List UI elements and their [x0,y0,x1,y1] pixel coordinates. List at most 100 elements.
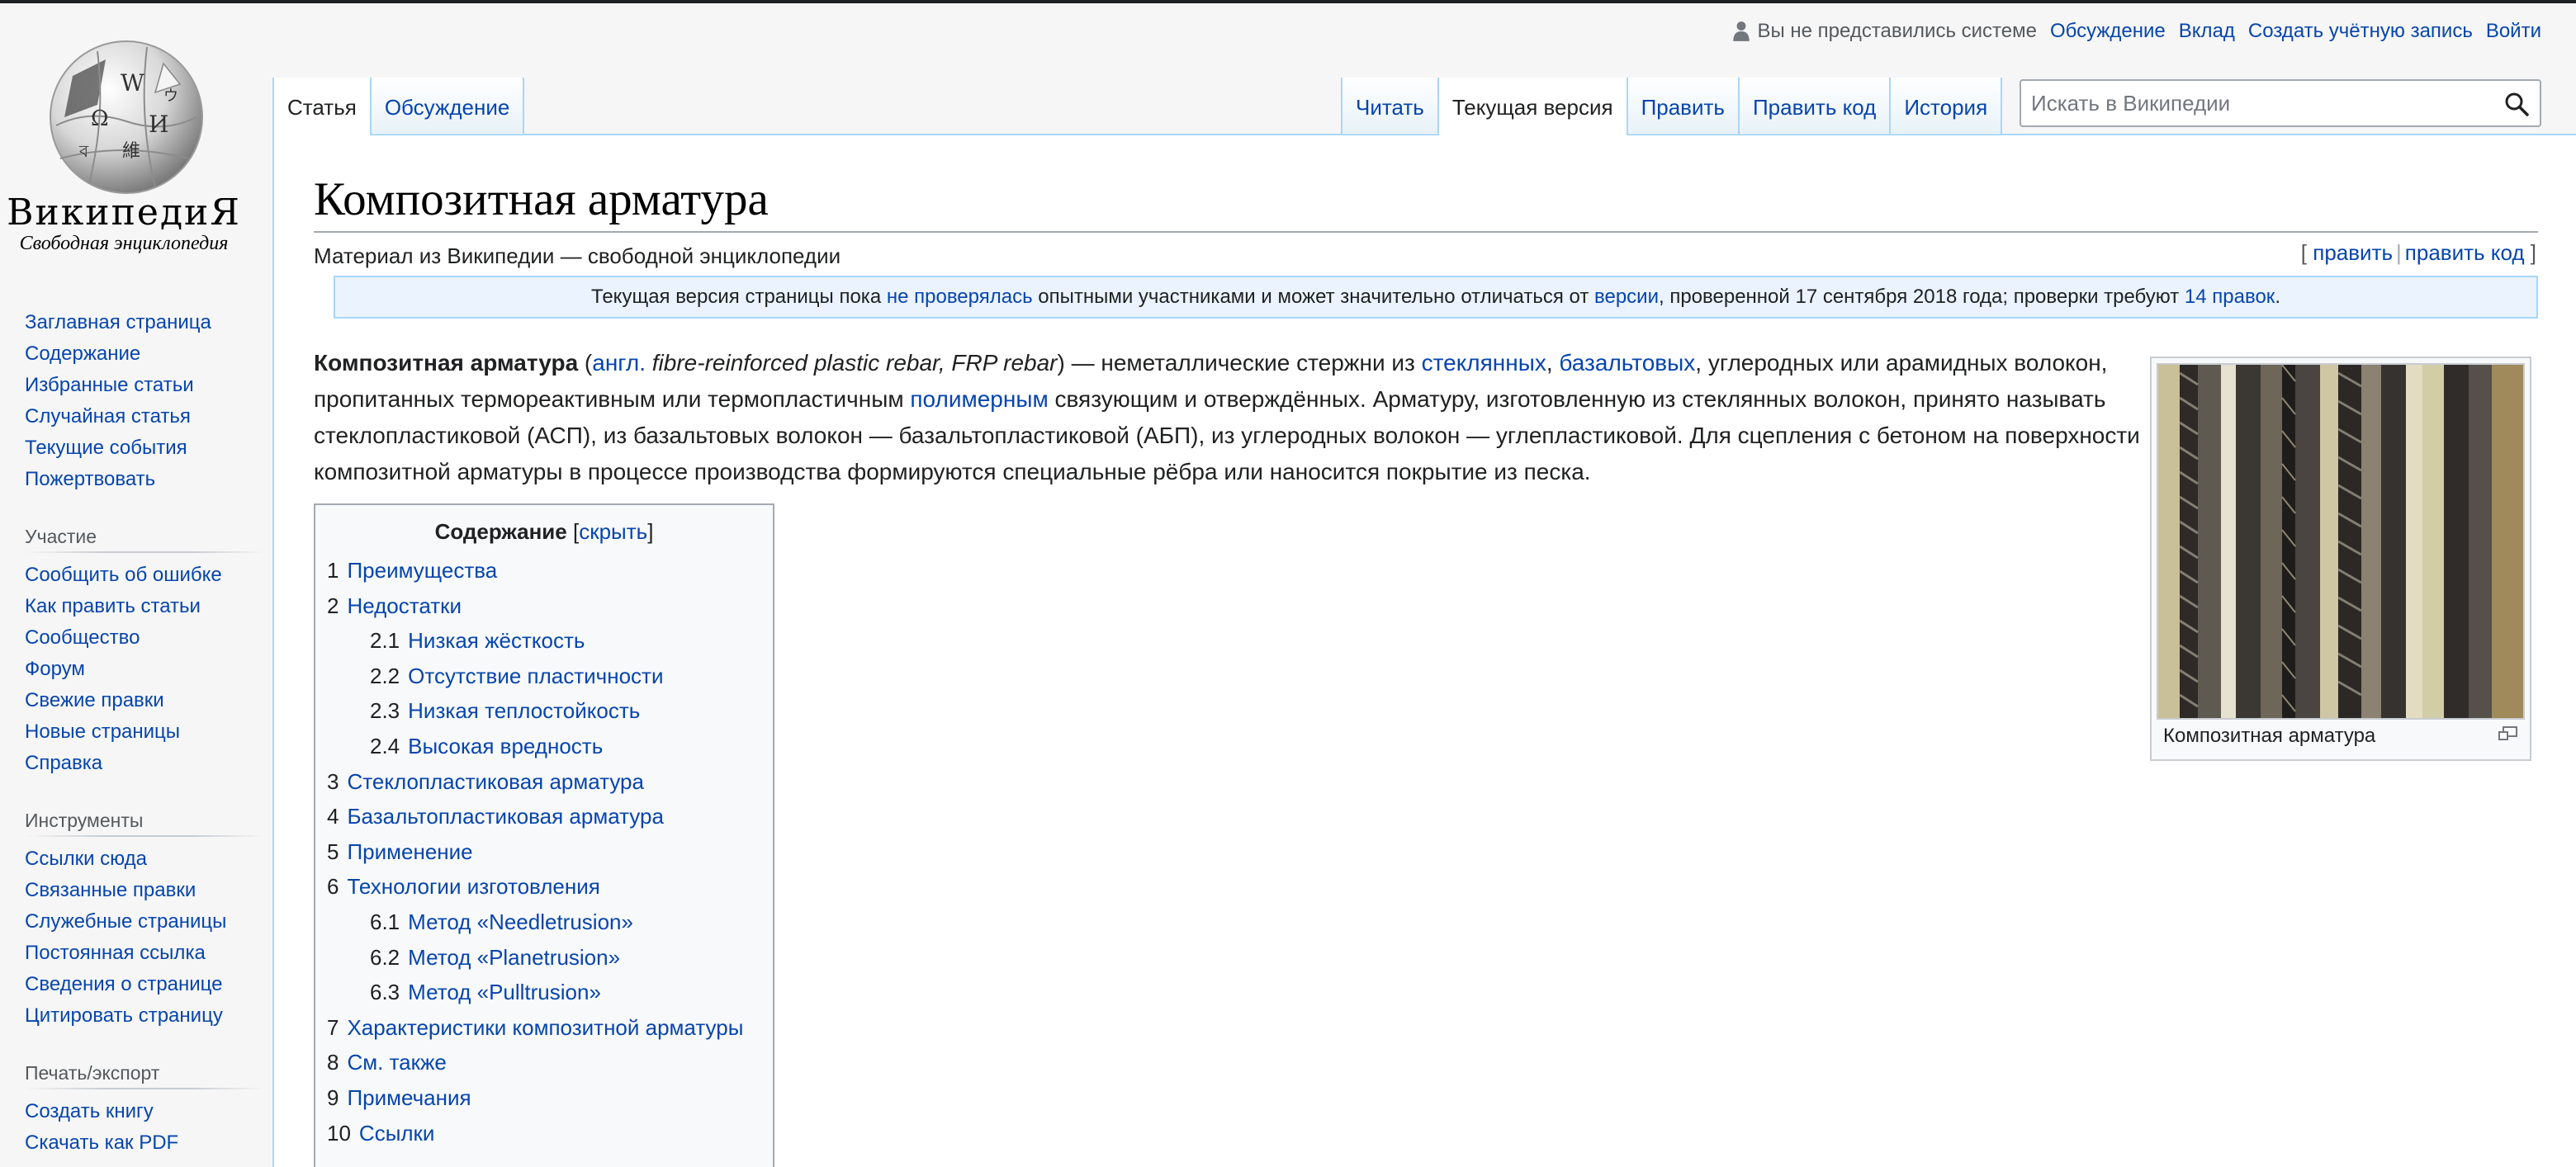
toc-item[interactable]: 1 Преимущества [327,553,761,588]
svg-text:И: И [149,111,168,138]
sidebar-item-contents[interactable]: Содержание [25,343,140,365]
tab-read[interactable]: Читать [1341,78,1439,135]
toc-item[interactable]: 7 Характеристики композитной арматуры [327,1010,761,1046]
tab-article[interactable]: Статья [272,78,372,135]
svg-text:ウ: ウ [163,87,178,105]
edit-links: [ править | править код ] [2300,240,2536,265]
glass-link[interactable]: стеклянных [1422,350,1546,376]
tab-history[interactable]: История [1891,78,2003,135]
pending-edits-link[interactable]: 14 правок [2185,286,2275,308]
toc-item[interactable]: 2.2 Отсутствие пластичности [327,659,761,694]
section-heading: Участие [25,523,264,553]
svg-text:Ω: Ω [91,106,109,131]
sidebar-item-help[interactable]: Справка [25,752,102,774]
section-heading: Инструменты [25,807,264,837]
toc-item[interactable]: 3 Стеклопластиковая арматура [327,764,761,800]
sidebar-item-report-error[interactable]: Сообщить об ошибке [25,564,222,586]
search-box [2020,79,2541,127]
anon-status-text: Вы не представились системе [1757,20,2037,42]
sidebar-item-forum[interactable]: Форум [25,658,85,680]
toc-item[interactable]: 2.1 Низкая жёсткость [327,623,761,659]
login-link[interactable]: Войти [2486,18,2541,45]
tab-talk[interactable]: Обсуждение [371,78,525,135]
sidebar-item-donate[interactable]: Пожертвовать [25,468,155,490]
globe-puzzle-icon: W Ω И 維 ব ウ [50,40,203,194]
toc-item[interactable]: 6.2 Метод «Planetrusion» [327,940,761,976]
toc-item[interactable]: 2.4 Высокая вредность [327,729,761,764]
wikipedia-logo[interactable]: W Ω И 維 ব ウ ВикипедиЯ Свободная энциклоп… [0,20,248,267]
thumbnail-image[interactable] [2157,363,2525,720]
thumbnail: Композитная арматура [2150,357,2531,761]
sidebar-item-current-events[interactable]: Текущие события [25,437,187,459]
sidebar-section-tools: Инструменты Ссылки сюда Связанные правки… [25,807,264,1032]
create-account-link[interactable]: Создать учётную запись [2248,18,2473,45]
tab-edit-source[interactable]: Править код [1739,78,1892,135]
sidebar-item-related-changes[interactable]: Связанные правки [25,879,196,901]
sidebar-item-community[interactable]: Сообщество [25,626,140,649]
sidebar-item-download-pdf[interactable]: Скачать как PDF [25,1132,178,1154]
top-border [0,0,2576,3]
tab-current-version[interactable]: Текущая версия [1438,78,1628,135]
stable-version-link[interactable]: версии [1594,286,1659,308]
personal-tools: Вы не представились системе Обсуждение В… [1732,18,2541,45]
svg-text:ব: ব [78,141,89,161]
table-of-contents: Содержание [скрыть] 1 Преимущества 2 Недос… [314,503,774,1167]
toc-item[interactable]: 8 См. также [327,1045,761,1080]
section-heading: Печать/экспорт [25,1060,264,1089]
flagged-revision-notice: Текущая версия страницы пока не проверял… [334,276,2538,319]
toc-item[interactable]: 2 Недостатки [327,588,761,624]
search-input[interactable] [2021,81,2484,125]
logo-wordmark: ВикипедиЯ [7,191,241,234]
toc-item[interactable]: 9 Примечания [327,1080,761,1116]
user-icon [1733,21,1750,41]
sidebar-item-cite[interactable]: Цитировать страницу [25,1004,223,1027]
personal-talk-link[interactable]: Обсуждение [2050,18,2166,45]
sidebar-item-main-page[interactable]: Заглавная страница [25,311,211,333]
svg-text:維: 維 [122,141,140,162]
toc-item[interactable]: 6 Технологии изготовления [327,869,761,905]
english-term: fibre-reinforced plastic rebar, FRP reba… [646,350,1058,376]
search-icon[interactable] [2503,91,2530,117]
lead-paragraph: Композитная арматура (англ. fibre-reinfo… [314,350,2140,484]
svg-text:W: W [121,69,144,97]
edit-code-link[interactable]: править код [2405,240,2525,265]
toc-title: Содержание [скрыть] [434,519,654,544]
anon-user-status: Вы не представились системе [1732,18,2037,45]
toc-item[interactable]: 6.1 Метод «Needletrusion» [327,905,761,940]
toc-item[interactable]: 10 Ссылки [327,1116,761,1151]
enlarge-icon[interactable] [2498,726,2518,741]
edit-link[interactable]: править [2313,240,2393,265]
basalt-link[interactable]: базальтовых [1559,350,1695,376]
namespace-tabs: Статья Обсуждение [272,78,525,135]
logo-tagline: Свободная энциклопедия [19,233,229,254]
view-tabs: Читать Текущая версия Править Править ко… [1341,78,2003,135]
toc-item[interactable]: 6.3 Метод «Pulltrusion» [327,975,761,1010]
sidebar-item-what-links-here[interactable]: Ссылки сюда [25,848,147,870]
polymer-link[interactable]: полимерным [910,386,1048,412]
lang-english-link[interactable]: англ. [592,350,646,376]
sidebar: Заглавная страница Содержание Избранные … [25,307,264,1159]
personal-contributions-link[interactable]: Вклад [2179,18,2235,45]
tab-edit[interactable]: Править [1627,78,1740,135]
sidebar-item-recent-changes[interactable]: Свежие правки [25,689,164,711]
toc-item[interactable]: 4 Базальтопластиковая арматура [327,799,761,834]
content-panel: Композитная арматура Материал из Википед… [272,134,2576,1167]
toc-hide-toggle[interactable]: скрыть [579,519,647,544]
lead-term: Композитная арматура [314,350,579,376]
toc-item[interactable]: 5 Применение [327,834,761,870]
composite-rebar-photo [2158,365,2523,718]
toc-item[interactable]: 2.3 Низкая теплостойкость [327,693,761,729]
sidebar-item-special-pages[interactable]: Служебные страницы [25,910,226,933]
thumbnail-caption: Композитная арматура [2157,720,2525,753]
sidebar-item-new-pages[interactable]: Новые страницы [25,721,180,743]
sidebar-item-permanent-link[interactable]: Постоянная ссылка [25,942,206,964]
not-reviewed-link[interactable]: не проверялась [887,286,1033,308]
sidebar-navigation: Заглавная страница Содержание Избранные … [25,307,264,495]
sidebar-item-featured[interactable]: Избранные статьи [25,374,194,396]
sidebar-item-page-info[interactable]: Сведения о странице [25,973,223,995]
sidebar-item-how-to-edit[interactable]: Как править статьи [25,595,201,617]
sidebar-item-create-book[interactable]: Создать книгу [25,1100,154,1122]
sidebar-section-participation: Участие Сообщить об ошибке Как править с… [25,523,264,779]
sidebar-item-random[interactable]: Случайная статья [25,405,191,428]
sidebar-section-print: Печать/экспорт Создать книгу Скачать как… [25,1060,264,1159]
